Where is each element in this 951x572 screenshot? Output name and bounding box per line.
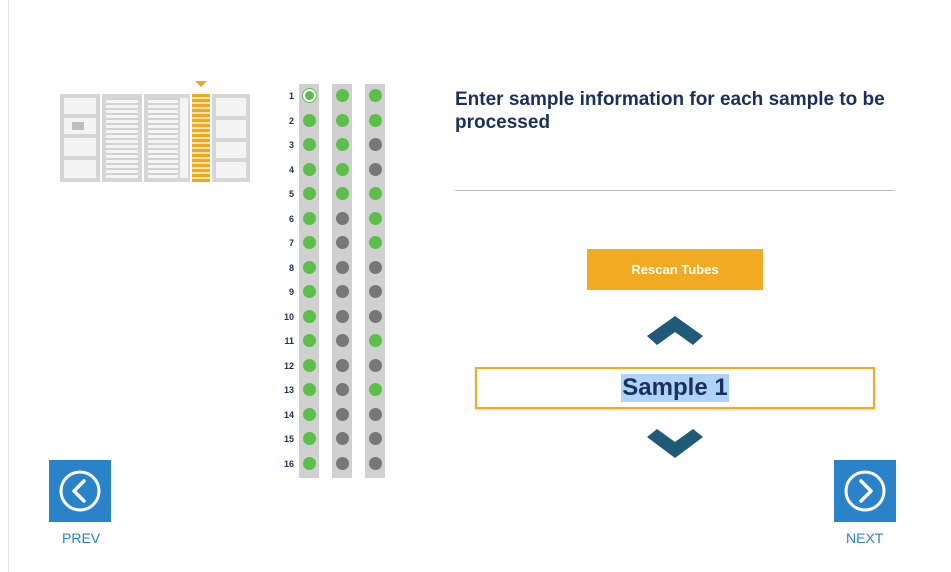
selected-rack-pointer-icon: [195, 81, 207, 87]
next-label[interactable]: NEXT: [846, 530, 883, 546]
deck-tube-rack: [106, 98, 138, 178]
chevron-right-circle-icon: [844, 470, 886, 512]
tube-1-11[interactable]: [303, 334, 316, 347]
tube-1-9[interactable]: [303, 285, 316, 298]
tube-1-1-selected[interactable]: [303, 89, 316, 102]
page-title: Enter sample information for each sample…: [455, 89, 885, 133]
deck-slot: [216, 142, 246, 158]
rack-row-label: 1: [288, 91, 294, 101]
rack-row-label: 14: [283, 409, 294, 420]
next-sample-button[interactable]: [647, 428, 703, 460]
tube-1-2[interactable]: [303, 113, 316, 127]
rack-row-label: 8: [288, 262, 294, 273]
tube-1-10[interactable]: [303, 309, 316, 323]
page-left-border: [8, 0, 9, 572]
selected-rack-highlight: [192, 94, 210, 182]
rack-row-label: 16: [283, 458, 294, 469]
chevron-down-icon: [647, 429, 703, 458]
tube-2-1[interactable]: [336, 89, 349, 102]
tube-1-6[interactable]: [303, 211, 316, 225]
deck-slot: [64, 160, 96, 178]
tube-3-3[interactable]: [369, 138, 382, 151]
tube-2-4[interactable]: [336, 162, 349, 176]
tube-3-11[interactable]: [369, 334, 382, 347]
rack-row-label: 11: [284, 336, 294, 346]
previous-sample-button[interactable]: [647, 314, 703, 346]
tube-3-6[interactable]: [369, 211, 382, 225]
deck-slot: [216, 98, 246, 116]
rack-row-label: 9: [288, 287, 294, 297]
deck-slot: [216, 120, 246, 138]
rescan-tubes-button[interactable]: Rescan Tubes: [587, 249, 763, 290]
tube-2-2[interactable]: [336, 113, 349, 127]
tube-2-8[interactable]: [336, 260, 349, 274]
tube-1-14[interactable]: [303, 407, 316, 421]
tube-2-10[interactable]: [336, 309, 349, 323]
tube-1-12[interactable]: [303, 358, 316, 372]
tube-3-14[interactable]: [369, 407, 382, 421]
tube-2-11[interactable]: [336, 334, 349, 347]
tube-2-6[interactable]: [336, 211, 349, 225]
rack-row-label: 13: [283, 385, 294, 395]
tube-3-1[interactable]: [369, 89, 382, 102]
tube-2-9[interactable]: [336, 285, 349, 298]
tube-1-13[interactable]: [303, 383, 316, 396]
tube-3-5[interactable]: [369, 187, 382, 200]
tube-1-4[interactable]: [303, 162, 316, 176]
prev-button[interactable]: [49, 460, 111, 522]
tube-3-16[interactable]: [369, 456, 382, 470]
tube-3-10[interactable]: [369, 309, 382, 323]
divider: [455, 190, 895, 191]
tube-2-15[interactable]: [336, 432, 349, 445]
rack-row-label: 12: [283, 360, 294, 371]
deck-tube-rack: [148, 98, 178, 178]
rack-row-label: 2: [288, 115, 294, 126]
tube-2-7[interactable]: [336, 236, 349, 249]
rack-row-label: 3: [288, 140, 294, 150]
tube-rack: 1 2 3 4 5 6 7 8 9 10 11 12 13 14 15 16: [278, 84, 388, 478]
tube-3-4[interactable]: [369, 162, 382, 176]
sample-name-field[interactable]: Sample 1: [475, 367, 875, 409]
rack-row-label: 7: [288, 238, 294, 248]
rack-row-label: 4: [288, 164, 294, 175]
tube-3-13[interactable]: [369, 383, 382, 396]
tube-3-7[interactable]: [369, 236, 382, 249]
tube-1-8[interactable]: [303, 260, 316, 274]
chevron-left-circle-icon: [59, 470, 101, 512]
prev-label[interactable]: PREV: [62, 530, 100, 546]
deck-overview-map: [60, 81, 250, 185]
next-button[interactable]: [834, 460, 896, 522]
deck-slot: [64, 98, 96, 114]
tube-2-3[interactable]: [336, 138, 349, 151]
deck-marker: [72, 122, 84, 130]
chevron-up-icon: [647, 316, 703, 345]
tube-3-12[interactable]: [369, 358, 382, 372]
deck-slot: [180, 98, 188, 178]
tube-3-8[interactable]: [369, 260, 382, 274]
rack-row-label: 6: [288, 213, 294, 224]
rack-row-label: 10: [283, 311, 294, 322]
tube-3-15[interactable]: [369, 432, 382, 445]
sample-name-value[interactable]: Sample 1: [621, 374, 729, 402]
tube-2-14[interactable]: [336, 407, 349, 421]
deck-slot: [216, 162, 246, 178]
tube-1-16[interactable]: [303, 456, 316, 470]
tube-1-7[interactable]: [303, 236, 316, 249]
tube-2-12[interactable]: [336, 358, 349, 372]
tube-1-3[interactable]: [303, 138, 316, 151]
tube-1-5[interactable]: [303, 187, 316, 200]
tube-2-16[interactable]: [336, 456, 349, 470]
tube-2-5[interactable]: [336, 187, 349, 200]
rack-row-label: 15: [283, 434, 294, 444]
deck-slot: [64, 138, 96, 156]
rack-row-label: 5: [288, 189, 294, 199]
tube-1-15[interactable]: [303, 432, 316, 445]
tube-2-13[interactable]: [336, 383, 349, 396]
tube-3-9[interactable]: [369, 285, 382, 298]
tube-3-2[interactable]: [369, 113, 382, 127]
